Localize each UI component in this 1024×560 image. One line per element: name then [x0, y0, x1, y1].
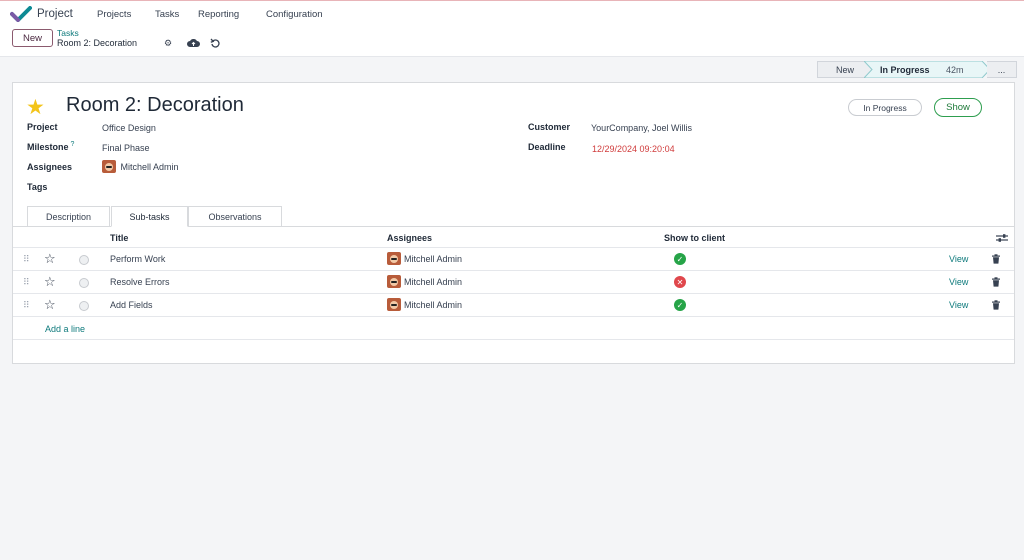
assignee-name: Mitchell Admin: [404, 253, 463, 264]
column-assignees[interactable]: Assignees: [387, 233, 432, 243]
view-link[interactable]: View: [949, 254, 968, 264]
assignee-name: Mitchell Admin: [404, 276, 463, 287]
view-link[interactable]: View: [949, 300, 968, 310]
state-badge[interactable]: In Progress: [848, 99, 922, 116]
drag-handle-icon[interactable]: ⠿: [23, 300, 30, 311]
check-circle-icon[interactable]: ✓: [674, 299, 686, 311]
task-title[interactable]: Room 2: Decoration: [66, 94, 244, 117]
column-title[interactable]: Title: [110, 233, 128, 243]
project-app-logo-icon[interactable]: [10, 6, 32, 22]
subtask-assignee[interactable]: Mitchell Admin: [387, 275, 462, 288]
milestone-label: Milestone?: [27, 141, 75, 152]
drag-handle-icon[interactable]: ⠿: [23, 254, 30, 265]
assignee-name: Mitchell Admin: [120, 161, 179, 172]
tab-observations[interactable]: Observations: [188, 206, 282, 227]
control-panel: New Tasks Room 2: Decoration ⚙: [0, 26, 1024, 57]
status-circle-icon[interactable]: [79, 255, 89, 265]
status-circle-icon[interactable]: [79, 301, 89, 311]
x-circle-icon[interactable]: ✕: [674, 276, 686, 288]
star-outline-icon[interactable]: ☆: [44, 251, 56, 267]
cloud-upload-icon[interactable]: [187, 39, 200, 48]
show-button[interactable]: Show: [934, 98, 982, 117]
project-label: Project: [27, 122, 58, 132]
assignee-name: Mitchell Admin: [404, 299, 463, 310]
avatar: [387, 275, 401, 288]
trash-icon[interactable]: [991, 254, 1001, 264]
view-link[interactable]: View: [949, 277, 968, 287]
stage-time-label: 42m: [946, 65, 964, 75]
subtasks-table-header: Title Assignees Show to client: [13, 228, 1014, 248]
check-circle-icon[interactable]: ✓: [674, 253, 686, 265]
subtask-title[interactable]: Resolve Errors: [110, 277, 170, 287]
drag-handle-icon[interactable]: ⠿: [23, 277, 30, 288]
menu-projects[interactable]: Projects: [97, 9, 131, 20]
trash-icon[interactable]: [991, 277, 1001, 287]
menu-configuration[interactable]: Configuration: [266, 9, 323, 20]
optional-columns-icon[interactable]: [996, 233, 1008, 243]
new-button[interactable]: New: [12, 29, 53, 47]
customer-value[interactable]: YourCompany, Joel Willis: [591, 123, 692, 133]
gear-icon[interactable]: ⚙: [164, 38, 172, 49]
top-navbar: Project Projects Tasks Reporting Configu…: [0, 0, 1024, 26]
task-form-sheet: ★ Room 2: Decoration In Progress Show Pr…: [12, 82, 1015, 364]
stage-in-progress[interactable]: In Progress 42m: [864, 61, 994, 78]
breadcrumb-current: Room 2: Decoration: [57, 38, 138, 48]
undo-icon[interactable]: [210, 38, 220, 48]
menu-reporting[interactable]: Reporting: [198, 9, 239, 20]
menu-tasks[interactable]: Tasks: [155, 9, 179, 20]
subtask-title[interactable]: Perform Work: [110, 254, 165, 264]
table-row[interactable]: ⠿ ☆ Resolve Errors Mitchell Admin ✕ View: [13, 271, 1014, 294]
tab-sub-tasks[interactable]: Sub-tasks: [111, 206, 188, 227]
status-circle-icon[interactable]: [79, 278, 89, 288]
avatar: [102, 160, 116, 173]
subtask-title[interactable]: Add Fields: [110, 300, 153, 310]
help-question-icon[interactable]: ?: [71, 141, 75, 148]
favorite-star-icon[interactable]: ★: [26, 95, 45, 120]
deadline-label: Deadline: [528, 142, 566, 152]
avatar: [387, 252, 401, 265]
avatar: [387, 298, 401, 311]
tab-description[interactable]: Description: [27, 206, 110, 227]
star-outline-icon[interactable]: ☆: [44, 274, 56, 290]
milestone-value[interactable]: Final Phase: [102, 143, 150, 153]
table-footer-divider: [13, 339, 1014, 340]
app-name[interactable]: Project: [37, 8, 73, 20]
assignees-label: Assignees: [27, 162, 73, 172]
deadline-value[interactable]: 12/29/2024 09:20:04: [592, 144, 675, 154]
assignees-value[interactable]: Mitchell Admin: [102, 160, 179, 173]
table-row[interactable]: ⠿ ☆ Add Fields Mitchell Admin ✓ View: [13, 294, 1014, 317]
stage-in-progress-label: In Progress: [880, 65, 930, 75]
project-value[interactable]: Office Design: [102, 123, 156, 133]
table-row[interactable]: ⠿ ☆ Perform Work Mitchell Admin ✓ View: [13, 248, 1014, 271]
stage-more-button[interactable]: ...: [987, 61, 1017, 78]
column-show-to-client[interactable]: Show to client: [664, 233, 725, 243]
tags-label: Tags: [27, 182, 48, 192]
customer-label: Customer: [528, 122, 571, 132]
subtask-assignee[interactable]: Mitchell Admin: [387, 298, 462, 311]
subtask-assignee[interactable]: Mitchell Admin: [387, 252, 462, 265]
breadcrumb-tasks-link[interactable]: Tasks: [57, 28, 79, 38]
star-outline-icon[interactable]: ☆: [44, 297, 56, 313]
trash-icon[interactable]: [991, 300, 1001, 310]
add-a-line-link[interactable]: Add a line: [45, 324, 85, 334]
